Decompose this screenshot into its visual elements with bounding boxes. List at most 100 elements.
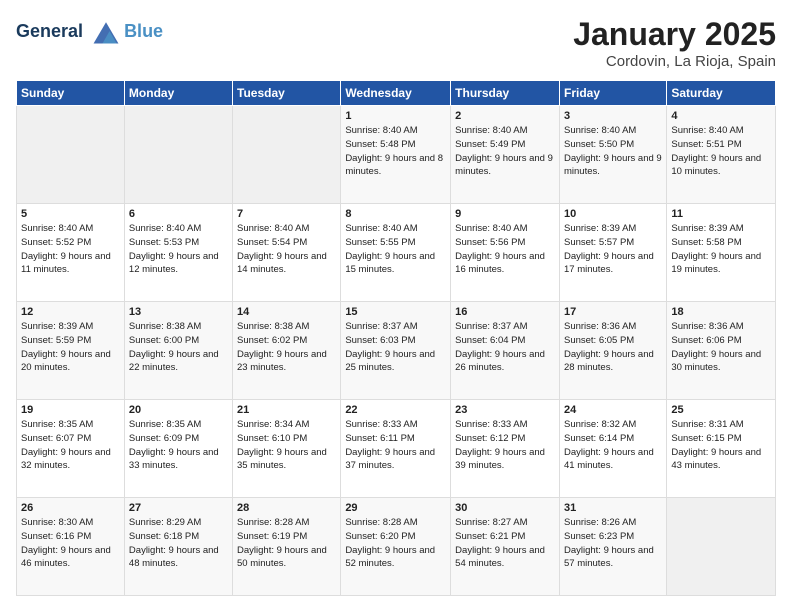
table-row: 1 Sunrise: 8:40 AMSunset: 5:48 PMDaylight… (341, 106, 451, 204)
table-row (233, 106, 341, 204)
day-number: 7 (237, 208, 336, 220)
day-info: Sunrise: 8:40 AMSunset: 5:49 PMDaylight:… (455, 124, 555, 179)
col-saturday: Saturday (667, 81, 776, 106)
day-number: 8 (345, 208, 446, 220)
col-monday: Monday (124, 81, 232, 106)
day-number: 1 (345, 110, 446, 122)
day-number: 19 (21, 404, 120, 416)
day-info: Sunrise: 8:34 AMSunset: 6:10 PMDaylight:… (237, 418, 336, 473)
col-friday: Friday (559, 81, 666, 106)
col-thursday: Thursday (451, 81, 560, 106)
col-tuesday: Tuesday (233, 81, 341, 106)
logo-line2: Blue (124, 22, 163, 42)
day-info: Sunrise: 8:40 AMSunset: 5:55 PMDaylight:… (345, 222, 446, 277)
day-info: Sunrise: 8:35 AMSunset: 6:09 PMDaylight:… (129, 418, 228, 473)
day-info: Sunrise: 8:39 AMSunset: 5:57 PMDaylight:… (564, 222, 662, 277)
table-row: 21 Sunrise: 8:34 AMSunset: 6:10 PMDayligh… (233, 400, 341, 498)
day-number: 30 (455, 502, 555, 514)
calendar-week-row: 26 Sunrise: 8:30 AMSunset: 6:16 PMDayligh… (17, 498, 776, 596)
table-row: 18 Sunrise: 8:36 AMSunset: 6:06 PMDayligh… (667, 302, 776, 400)
day-info: Sunrise: 8:33 AMSunset: 6:11 PMDaylight:… (345, 418, 446, 473)
table-row: 25Sunrise: 8:31 AMSunset: 6:15 PMDayligh… (667, 400, 776, 498)
col-wednesday: Wednesday (341, 81, 451, 106)
table-row: 22 Sunrise: 8:33 AMSunset: 6:11 PMDayligh… (341, 400, 451, 498)
table-row: 4 Sunrise: 8:40 AMSunset: 5:51 PMDaylight… (667, 106, 776, 204)
day-info: Sunrise: 8:32 AMSunset: 6:14 PMDaylight:… (564, 418, 662, 473)
day-info: Sunrise: 8:28 AMSunset: 6:19 PMDaylight:… (237, 516, 336, 571)
day-info: Sunrise: 8:40 AMSunset: 5:56 PMDaylight:… (455, 222, 555, 277)
title-block: January 2025 Cordovin, La Rioja, Spain (573, 16, 776, 70)
table-row (17, 106, 125, 204)
day-number: 25 (671, 404, 771, 416)
day-number: 18 (671, 306, 771, 318)
table-row: 17 Sunrise: 8:36 AMSunset: 6:05 PMDayligh… (559, 302, 666, 400)
day-number: 5 (21, 208, 120, 220)
day-info: Sunrise: 8:39 AMSunset: 5:58 PMDaylight:… (671, 222, 771, 277)
table-row: 14 Sunrise: 8:38 AMSunset: 6:02 PMDayligh… (233, 302, 341, 400)
day-number: 17 (564, 306, 662, 318)
calendar-week-row: 12Sunrise: 8:39 AMSunset: 5:59 PMDayligh… (17, 302, 776, 400)
table-row: 16 Sunrise: 8:37 AMSunset: 6:04 PMDayligh… (451, 302, 560, 400)
day-number: 16 (455, 306, 555, 318)
day-info: Sunrise: 8:40 AMSunset: 5:48 PMDaylight:… (345, 124, 446, 179)
day-info: Sunrise: 8:36 AMSunset: 6:05 PMDaylight:… (564, 320, 662, 375)
table-row: 12Sunrise: 8:39 AMSunset: 5:59 PMDayligh… (17, 302, 125, 400)
table-row: 29 Sunrise: 8:28 AMSunset: 6:20 PMDayligh… (341, 498, 451, 596)
table-row: 23 Sunrise: 8:33 AMSunset: 6:12 PMDayligh… (451, 400, 560, 498)
col-sunday: Sunday (17, 81, 125, 106)
table-row: 13 Sunrise: 8:38 AMSunset: 6:00 PMDayligh… (124, 302, 232, 400)
header: General Blue January 2025 Cordovin, La R… (16, 16, 776, 70)
day-info: Sunrise: 8:40 AMSunset: 5:50 PMDaylight:… (564, 124, 662, 179)
day-info: Sunrise: 8:40 AMSunset: 5:52 PMDaylight:… (21, 222, 120, 277)
day-number: 27 (129, 502, 228, 514)
calendar-week-row: 19 Sunrise: 8:35 AMSunset: 6:07 PMDayligh… (17, 400, 776, 498)
day-info: Sunrise: 8:35 AMSunset: 6:07 PMDaylight:… (21, 418, 120, 473)
table-row: 26 Sunrise: 8:30 AMSunset: 6:16 PMDayligh… (17, 498, 125, 596)
day-number: 13 (129, 306, 228, 318)
table-row: 10Sunrise: 8:39 AMSunset: 5:57 PMDayligh… (559, 204, 666, 302)
day-info: Sunrise: 8:37 AMSunset: 6:04 PMDaylight:… (455, 320, 555, 375)
day-info: Sunrise: 8:40 AMSunset: 5:54 PMDaylight:… (237, 222, 336, 277)
table-row: 27 Sunrise: 8:29 AMSunset: 6:18 PMDayligh… (124, 498, 232, 596)
day-info: Sunrise: 8:38 AMSunset: 6:00 PMDaylight:… (129, 320, 228, 375)
table-row: 5 Sunrise: 8:40 AMSunset: 5:52 PMDaylight… (17, 204, 125, 302)
logo: General Blue (16, 16, 163, 48)
page: General Blue January 2025 Cordovin, La R… (0, 0, 792, 612)
day-info: Sunrise: 8:40 AMSunset: 5:51 PMDaylight:… (671, 124, 771, 179)
table-row: 31Sunrise: 8:26 AMSunset: 6:23 PMDayligh… (559, 498, 666, 596)
day-info: Sunrise: 8:28 AMSunset: 6:20 PMDaylight:… (345, 516, 446, 571)
calendar-week-row: 5 Sunrise: 8:40 AMSunset: 5:52 PMDaylight… (17, 204, 776, 302)
table-row: 28 Sunrise: 8:28 AMSunset: 6:19 PMDayligh… (233, 498, 341, 596)
month-title: January 2025 (573, 16, 776, 53)
table-row: 15Sunrise: 8:37 AMSunset: 6:03 PMDayligh… (341, 302, 451, 400)
table-row: 30 Sunrise: 8:27 AMSunset: 6:21 PMDayligh… (451, 498, 560, 596)
day-info: Sunrise: 8:38 AMSunset: 6:02 PMDaylight:… (237, 320, 336, 375)
table-row (667, 498, 776, 596)
day-number: 24 (564, 404, 662, 416)
day-number: 6 (129, 208, 228, 220)
day-number: 14 (237, 306, 336, 318)
day-number: 21 (237, 404, 336, 416)
day-number: 15 (345, 306, 446, 318)
day-number: 23 (455, 404, 555, 416)
day-number: 29 (345, 502, 446, 514)
table-row: 8 Sunrise: 8:40 AMSunset: 5:55 PMDaylight… (341, 204, 451, 302)
table-row: 7 Sunrise: 8:40 AMSunset: 5:54 PMDaylight… (233, 204, 341, 302)
table-row: 19 Sunrise: 8:35 AMSunset: 6:07 PMDayligh… (17, 400, 125, 498)
day-number: 4 (671, 110, 771, 122)
location: Cordovin, La Rioja, Spain (573, 53, 776, 70)
table-row: 3Sunrise: 8:40 AMSunset: 5:50 PMDaylight… (559, 106, 666, 204)
table-row: 2Sunrise: 8:40 AMSunset: 5:49 PMDaylight… (451, 106, 560, 204)
day-number: 9 (455, 208, 555, 220)
day-info: Sunrise: 8:40 AMSunset: 5:53 PMDaylight:… (129, 222, 228, 277)
day-info: Sunrise: 8:27 AMSunset: 6:21 PMDaylight:… (455, 516, 555, 571)
day-number: 28 (237, 502, 336, 514)
day-info: Sunrise: 8:36 AMSunset: 6:06 PMDaylight:… (671, 320, 771, 375)
table-row: 6 Sunrise: 8:40 AMSunset: 5:53 PMDaylight… (124, 204, 232, 302)
table-row: 9 Sunrise: 8:40 AMSunset: 5:56 PMDaylight… (451, 204, 560, 302)
day-number: 22 (345, 404, 446, 416)
day-info: Sunrise: 8:30 AMSunset: 6:16 PMDaylight:… (21, 516, 120, 571)
day-info: Sunrise: 8:29 AMSunset: 6:18 PMDaylight:… (129, 516, 228, 571)
day-number: 26 (21, 502, 120, 514)
day-info: Sunrise: 8:33 AMSunset: 6:12 PMDaylight:… (455, 418, 555, 473)
